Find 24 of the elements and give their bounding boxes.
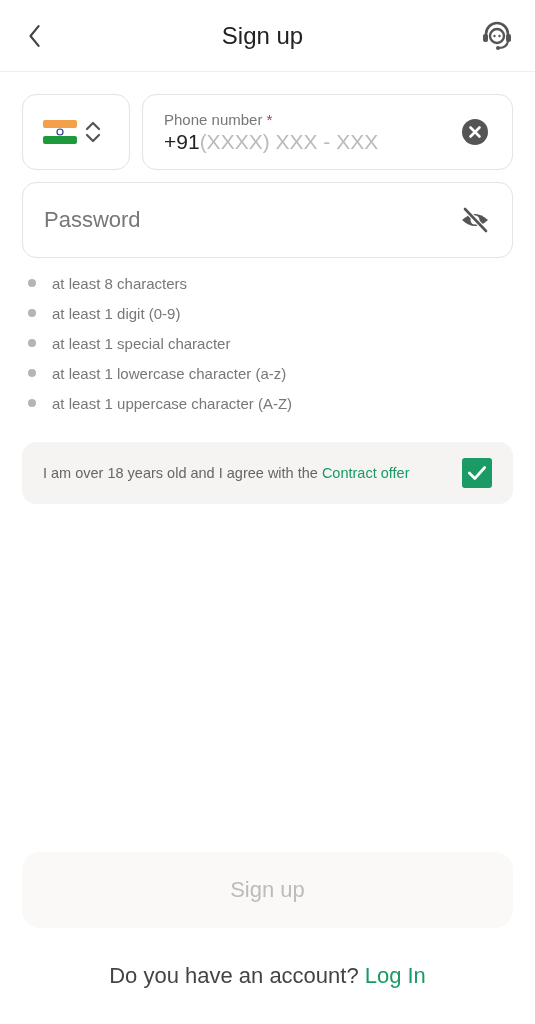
clear-icon[interactable] — [462, 119, 488, 145]
required-mark: * — [266, 110, 273, 128]
country-code: +91 — [164, 129, 200, 154]
agreement-checkbox[interactable] — [462, 458, 492, 488]
eye-slash-icon[interactable] — [460, 206, 490, 234]
chevron-up-down-icon — [85, 119, 101, 145]
requirement-text: at least 8 characters — [52, 274, 188, 292]
page-title: Sign up — [221, 21, 304, 50]
requirement-text: at least 1 digit (0-9) — [52, 304, 181, 322]
log-in-link[interactable]: Log In — [364, 963, 426, 989]
password-field[interactable]: Password — [22, 182, 513, 258]
account-question: Do you have an account? — [109, 963, 359, 989]
country-selector[interactable] — [22, 94, 130, 170]
headset-icon[interactable] — [481, 19, 513, 52]
flag-icon — [43, 120, 77, 144]
password-input[interactable]: Password — [44, 207, 460, 233]
requirement-text: at least 1 uppercase character (A-Z) — [52, 394, 293, 412]
phone-input[interactable]: (XXXX) XXX - XXX — [199, 129, 420, 154]
requirement-text: at least 1 special character — [52, 334, 231, 352]
field-label: Phone number * — [164, 110, 274, 128]
requirement-text: at least 1 lowercase character (a-z) — [52, 364, 287, 382]
agreement-text: I am over 18 years old and I agree with the Contract offer — [43, 465, 410, 481]
phone-number-field[interactable]: Phone number * +91(XXXX) XXX - XXX — [142, 94, 513, 170]
contract-offer-link[interactable]: Contract offer — [321, 465, 410, 481]
